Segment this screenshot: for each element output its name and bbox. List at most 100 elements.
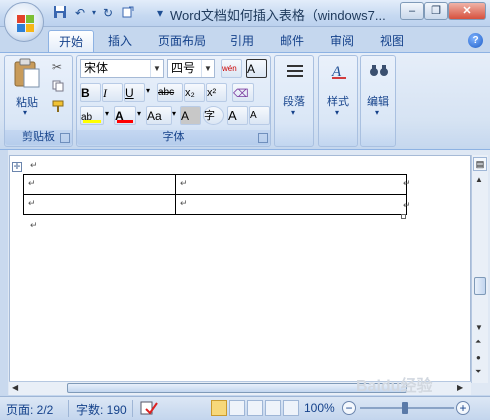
table-cell[interactable]: ↵ (175, 194, 407, 215)
window-title: Word文档如何插入表格（windows7... (170, 8, 386, 23)
cut-icon[interactable]: ✂ (52, 60, 62, 74)
scroll-thumb[interactable] (474, 277, 486, 295)
underline-button[interactable]: U (124, 83, 145, 102)
office-button[interactable] (4, 2, 44, 42)
font-launcher-icon[interactable] (258, 133, 268, 143)
watermark-text: Baidu经验 (356, 378, 433, 395)
scroll-left-icon[interactable]: ◀ (12, 383, 18, 392)
paste-button[interactable]: 粘贴 ▾ (10, 58, 44, 120)
document-table[interactable]: ↵ ↵ ↵ ↵ (23, 174, 407, 215)
view-print-layout-icon[interactable] (211, 400, 227, 416)
change-case-button[interactable]: Aa (146, 106, 172, 125)
previous-page-icon[interactable]: ⏶ (475, 337, 481, 347)
table-cell[interactable]: ↵ (175, 174, 407, 195)
phonetic-guide-button[interactable]: wén (221, 59, 242, 78)
zoom-slider-thumb[interactable] (402, 402, 408, 414)
browse-object-icon[interactable]: ● (476, 353, 481, 362)
superscript-button[interactable]: x² (206, 83, 227, 102)
char-border-button[interactable]: A (246, 59, 267, 78)
font-name-combo[interactable]: 宋体 ▼ (80, 59, 164, 78)
format-painter-icon[interactable] (52, 100, 65, 116)
ruler-toggle-icon[interactable]: ▤ (473, 157, 487, 171)
vertical-scrollbar[interactable]: ▤ ▲ ▼ ⏶ ● ⏷ (471, 155, 488, 383)
styles-label: 样式 (327, 96, 349, 108)
next-page-icon[interactable]: ⏷ (475, 367, 481, 377)
restore-button[interactable]: ❐ (424, 2, 448, 20)
italic-button[interactable]: I (102, 83, 123, 102)
paragraph-label: 段落 (283, 96, 305, 108)
subscript-button[interactable]: x₂ (184, 83, 205, 102)
editing-group[interactable]: 编辑 ▾ (360, 55, 396, 147)
scroll-down-icon[interactable]: ▼ (475, 323, 483, 332)
tab-home[interactable]: 开始 (48, 30, 94, 52)
highlight-dropdown-icon[interactable]: ▾ (105, 109, 109, 118)
redo-icon[interactable]: ↻ (100, 5, 116, 21)
proofing-icon[interactable] (140, 400, 158, 416)
view-full-screen-icon[interactable] (229, 400, 245, 416)
paragraph-icon (284, 61, 306, 81)
office-logo-icon (17, 15, 25, 23)
table-row: ↵ ↵ (23, 194, 407, 215)
customize-qat-icon[interactable]: ▾ (152, 5, 168, 21)
zoom-level[interactable]: 100% (304, 401, 335, 415)
scroll-up-icon[interactable]: ▲ (475, 175, 483, 184)
status-bar: 页面: 2/2 字数: 190 100% − + (0, 396, 490, 420)
tab-references[interactable]: 引用 (222, 30, 262, 52)
paragraph-group[interactable]: 段落 ▾ (274, 55, 314, 147)
tab-insert[interactable]: 插入 (100, 30, 140, 52)
grow-font-button[interactable]: A (227, 106, 248, 125)
cell-mark: ↵ (180, 178, 188, 188)
highlight-button[interactable]: ab (80, 106, 104, 125)
paragraph-mark: ↵ (30, 160, 38, 170)
strikethrough-button[interactable]: abc (157, 83, 183, 102)
view-outline-icon[interactable] (265, 400, 281, 416)
close-button[interactable]: ✕ (448, 2, 486, 20)
bold-button[interactable]: B (80, 83, 101, 102)
page-count[interactable]: 页面: 2/2 (6, 401, 53, 418)
tab-page-layout[interactable]: 页面布局 (150, 30, 214, 52)
cell-mark: ↵ (180, 198, 188, 208)
paste-icon (14, 58, 40, 88)
shrink-font-button[interactable]: A (249, 106, 270, 125)
change-case-dropdown-icon[interactable]: ▾ (172, 109, 176, 118)
row-end-mark: ↵ (403, 178, 411, 188)
font-color-dropdown-icon[interactable]: ▾ (137, 109, 141, 118)
repeat-icon[interactable] (120, 5, 136, 21)
zoom-in-button[interactable]: + (456, 401, 470, 415)
clipboard-launcher-icon[interactable] (60, 133, 70, 143)
styles-group[interactable]: A 样式 ▾ (318, 55, 358, 147)
minimize-button[interactable]: – (400, 2, 424, 20)
char-shading-button[interactable]: A (180, 106, 201, 125)
font-size-combo[interactable]: 四号 ▼ (167, 59, 215, 78)
view-web-layout-icon[interactable] (247, 400, 263, 416)
chevron-down-icon: ▼ (150, 60, 163, 77)
font-name-value: 宋体 (84, 61, 109, 75)
chevron-down-icon: ▾ (335, 108, 340, 117)
help-icon[interactable]: ? (468, 33, 483, 48)
paste-dropdown-icon: ▾ (23, 108, 28, 117)
clear-formatting-button[interactable]: ⌫ (232, 83, 254, 102)
cell-mark: ↵ (28, 178, 36, 188)
view-draft-icon[interactable] (283, 400, 299, 416)
copy-icon[interactable] (52, 80, 64, 95)
table-cell[interactable]: ↵ (23, 194, 176, 215)
zoom-out-button[interactable]: − (342, 401, 356, 415)
row-end-mark: ↵ (403, 200, 411, 210)
save-icon[interactable] (52, 5, 68, 21)
paragraph-mark: ↵ (30, 220, 38, 230)
document-page[interactable]: ✛ ↵ ↵ ↵ ↵ ↵ ↵ ↵ ↵ (9, 155, 471, 384)
tab-mailings[interactable]: 邮件 (272, 30, 312, 52)
enclose-char-button[interactable]: 字 (203, 106, 224, 125)
font-color-button[interactable]: A (114, 106, 136, 125)
chevron-down-icon: ▾ (291, 108, 296, 117)
editing-label: 编辑 (367, 96, 389, 108)
tab-view[interactable]: 视图 (372, 30, 412, 52)
word-count[interactable]: 字数: 190 (76, 401, 127, 418)
table-row: ↵ ↵ (23, 174, 407, 195)
table-resize-handle-icon[interactable] (401, 214, 406, 219)
table-cell[interactable]: ↵ (23, 174, 176, 195)
table-move-handle-icon[interactable]: ✛ (12, 162, 22, 172)
chevron-down-icon: ▾ (375, 108, 380, 117)
tab-review[interactable]: 审阅 (322, 30, 362, 52)
underline-dropdown-icon[interactable]: ▾ (146, 86, 150, 95)
